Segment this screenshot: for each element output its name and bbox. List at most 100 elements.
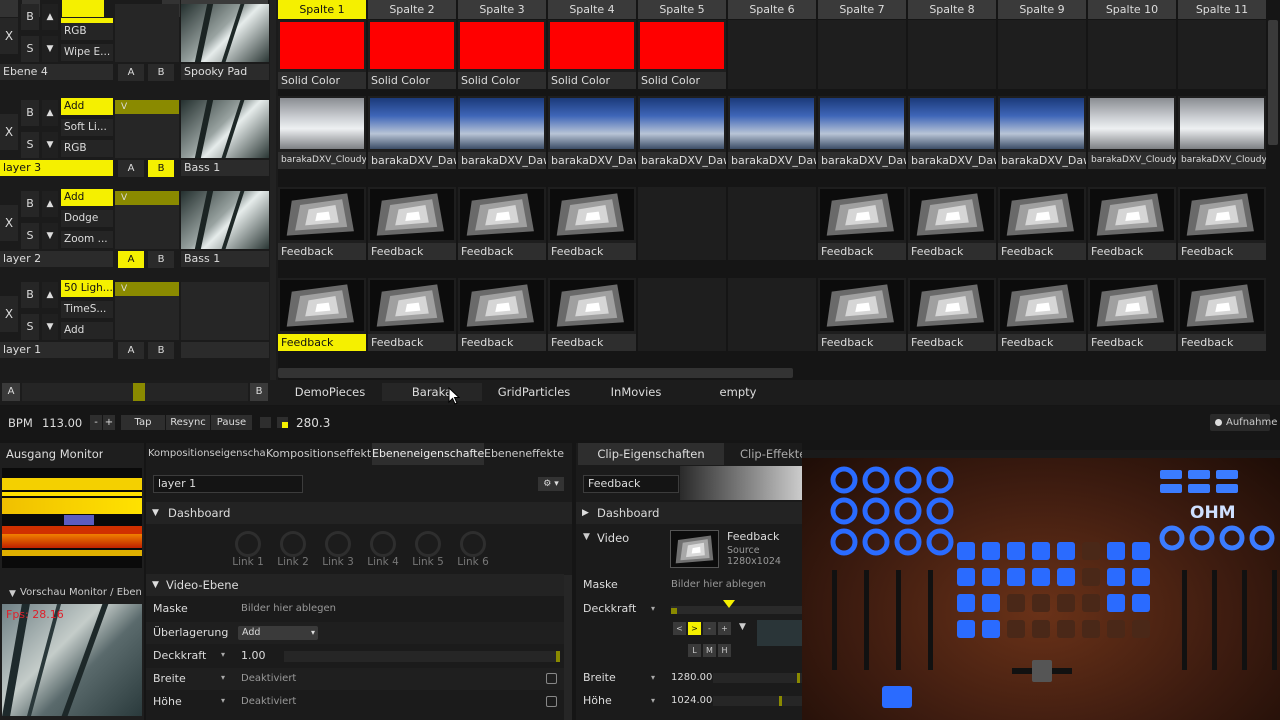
- clip-slot[interactable]: Solid Color: [638, 20, 726, 89]
- mask-dropzone[interactable]: Bilder hier ablegen: [241, 603, 336, 614]
- clip-slot[interactable]: Solid Color: [278, 20, 366, 89]
- property-value[interactable]: Deaktiviert: [241, 673, 296, 684]
- playback-button-1[interactable]: >: [688, 622, 701, 635]
- link-knob-2[interactable]: [280, 531, 306, 557]
- clip-dashboard-header[interactable]: ▶ Dashboard: [576, 502, 802, 524]
- layer-b-button[interactable]: B: [148, 251, 174, 268]
- blend-option-2[interactable]: Zoom ...: [61, 231, 113, 248]
- link-knob-3[interactable]: [325, 531, 351, 557]
- clip-slot[interactable]: barakaDXV_Dawn: [998, 96, 1086, 169]
- resync-button[interactable]: Resync: [166, 415, 210, 430]
- layer-solo-button[interactable]: S: [21, 36, 39, 62]
- clip-slot[interactable]: Feedback: [998, 187, 1086, 260]
- tap-button[interactable]: Tap: [121, 415, 165, 430]
- layer-clear-button[interactable]: X: [0, 114, 18, 150]
- crossfader-a-button[interactable]: A: [2, 383, 20, 401]
- clip-transport-slider[interactable]: [671, 600, 802, 614]
- blend-option-0[interactable]: Add: [61, 189, 113, 206]
- transport-toggle[interactable]: [260, 417, 271, 428]
- column-header-1[interactable]: Spalte 1: [278, 0, 367, 19]
- layer-name[interactable]: layer 3: [0, 160, 113, 176]
- layer-down-icon[interactable]: ▼: [42, 223, 58, 249]
- column-header-5[interactable]: Spalte 5: [638, 0, 727, 19]
- clip-slot[interactable]: Solid Color: [458, 20, 546, 89]
- tab-clip-properties[interactable]: Clip-Eigenschaften: [578, 443, 724, 465]
- clip-height-menu-icon[interactable]: ▾: [651, 696, 655, 705]
- video-layer-header[interactable]: ▼ Video-Ebene: [146, 574, 564, 596]
- blend-option-0[interactable]: Add: [61, 98, 113, 115]
- clip-slot[interactable]: barakaDXV_Cloudy...: [1178, 96, 1266, 169]
- layer-b-button[interactable]: B: [148, 160, 174, 177]
- column-header-2[interactable]: Spalte 2: [368, 0, 457, 19]
- layer-name[interactable]: Ebene 4: [0, 64, 113, 80]
- clip-mask-dropzone[interactable]: Bilder hier ablegen: [671, 579, 766, 590]
- clip-slot[interactable]: barakaDXV_Dawn: [908, 96, 996, 169]
- property-menu-icon[interactable]: ▾: [221, 673, 225, 682]
- clip-width-value[interactable]: 1280.00: [671, 672, 712, 683]
- deck-tab-2[interactable]: GridParticles: [484, 383, 584, 401]
- empty-clip-slot[interactable]: [998, 20, 1086, 89]
- clip-slot[interactable]: Feedback: [458, 187, 546, 260]
- layer-down-icon[interactable]: ▼: [42, 36, 58, 62]
- opacity-value[interactable]: 1.00: [241, 649, 266, 662]
- clip-slot[interactable]: Feedback: [1088, 278, 1176, 351]
- property-checkbox[interactable]: [546, 673, 557, 684]
- clip-slot[interactable]: Feedback: [368, 187, 456, 260]
- column-header-10[interactable]: Spalte 10: [1088, 0, 1177, 19]
- crossfader-b-button[interactable]: B: [250, 383, 268, 401]
- bpm-minus-button[interactable]: -: [90, 415, 102, 430]
- clip-slot[interactable]: Feedback: [908, 278, 996, 351]
- clip-slot[interactable]: barakaDXV_Dawn: [458, 96, 546, 169]
- layer-bypass-button[interactable]: B: [21, 191, 39, 217]
- layer-video-toggle[interactable]: V: [115, 191, 179, 205]
- layer-a-button[interactable]: A: [118, 342, 144, 359]
- layer-bypass-button[interactable]: B: [21, 282, 39, 308]
- preview-monitor-view[interactable]: Fps: 28.16: [2, 604, 142, 716]
- layer-solo-button[interactable]: S: [21, 223, 39, 249]
- blend-option-1[interactable]: Dodge: [61, 210, 113, 227]
- layer-solo-button[interactable]: S: [21, 132, 39, 158]
- layer-panel-scrollbar[interactable]: [564, 575, 572, 720]
- column-header-7[interactable]: Spalte 7: [818, 0, 907, 19]
- lmh-button-0[interactable]: L: [688, 644, 701, 657]
- deck-tab-0[interactable]: DemoPieces: [280, 383, 380, 401]
- lmh-button-1[interactable]: M: [703, 644, 716, 657]
- crossfader-track[interactable]: [22, 383, 248, 401]
- layer-clear-button[interactable]: X: [0, 18, 18, 54]
- layer-up-icon[interactable]: ▲: [42, 100, 58, 126]
- layer-down-icon[interactable]: ▼: [42, 132, 58, 158]
- clip-slot[interactable]: barakaDXV_Dawn: [368, 96, 456, 169]
- clip-height-slider[interactable]: [713, 696, 802, 706]
- playback-button-2[interactable]: -: [703, 622, 716, 635]
- clip-slot[interactable]: barakaDXV_Cloudy...: [278, 96, 366, 169]
- column-header-9[interactable]: Spalte 9: [998, 0, 1087, 19]
- deck-tab-4[interactable]: empty: [688, 383, 788, 401]
- link-knob-5[interactable]: [415, 531, 441, 557]
- bpm-plus-button[interactable]: +: [103, 415, 115, 430]
- column-header-8[interactable]: Spalte 8: [908, 0, 997, 19]
- bpm-value[interactable]: 113.00: [42, 416, 82, 430]
- clip-slot[interactable]: Feedback: [998, 278, 1086, 351]
- clip-slot[interactable]: Feedback: [1178, 187, 1266, 260]
- blend-option-2[interactable]: RGB: [61, 140, 113, 157]
- property-menu-icon[interactable]: ▾: [221, 650, 225, 659]
- property-value[interactable]: Deaktiviert: [241, 696, 296, 707]
- clip-opacity-menu-icon[interactable]: ▾: [651, 604, 655, 613]
- layer-name-field[interactable]: layer 1: [153, 475, 303, 493]
- clip-slot[interactable]: Solid Color: [368, 20, 456, 89]
- tab-clip-effects[interactable]: Clip-Effekte: [730, 443, 802, 465]
- empty-clip-slot[interactable]: [1088, 20, 1176, 89]
- blend-option-1[interactable]: TimeS...: [61, 301, 113, 318]
- tab-layer-1[interactable]: Kompositionseffekte: [266, 443, 372, 465]
- clip-name-field[interactable]: Feedback: [583, 475, 679, 493]
- clip-slot[interactable]: Feedback: [818, 187, 906, 260]
- clip-slot[interactable]: barakaDXV_Dawn: [638, 96, 726, 169]
- blend-option-2[interactable]: Wipe E...: [61, 44, 113, 61]
- tab-layer-3[interactable]: Ebeneneffekte: [484, 443, 568, 465]
- layer-a-button[interactable]: A: [118, 251, 144, 268]
- layer-b-button[interactable]: B: [148, 342, 174, 359]
- link-knob-4[interactable]: [370, 531, 396, 557]
- layer-opacity-area[interactable]: [115, 4, 179, 62]
- blend-option-0[interactable]: 50 Ligh...: [61, 280, 113, 297]
- clip-slot[interactable]: Feedback: [818, 278, 906, 351]
